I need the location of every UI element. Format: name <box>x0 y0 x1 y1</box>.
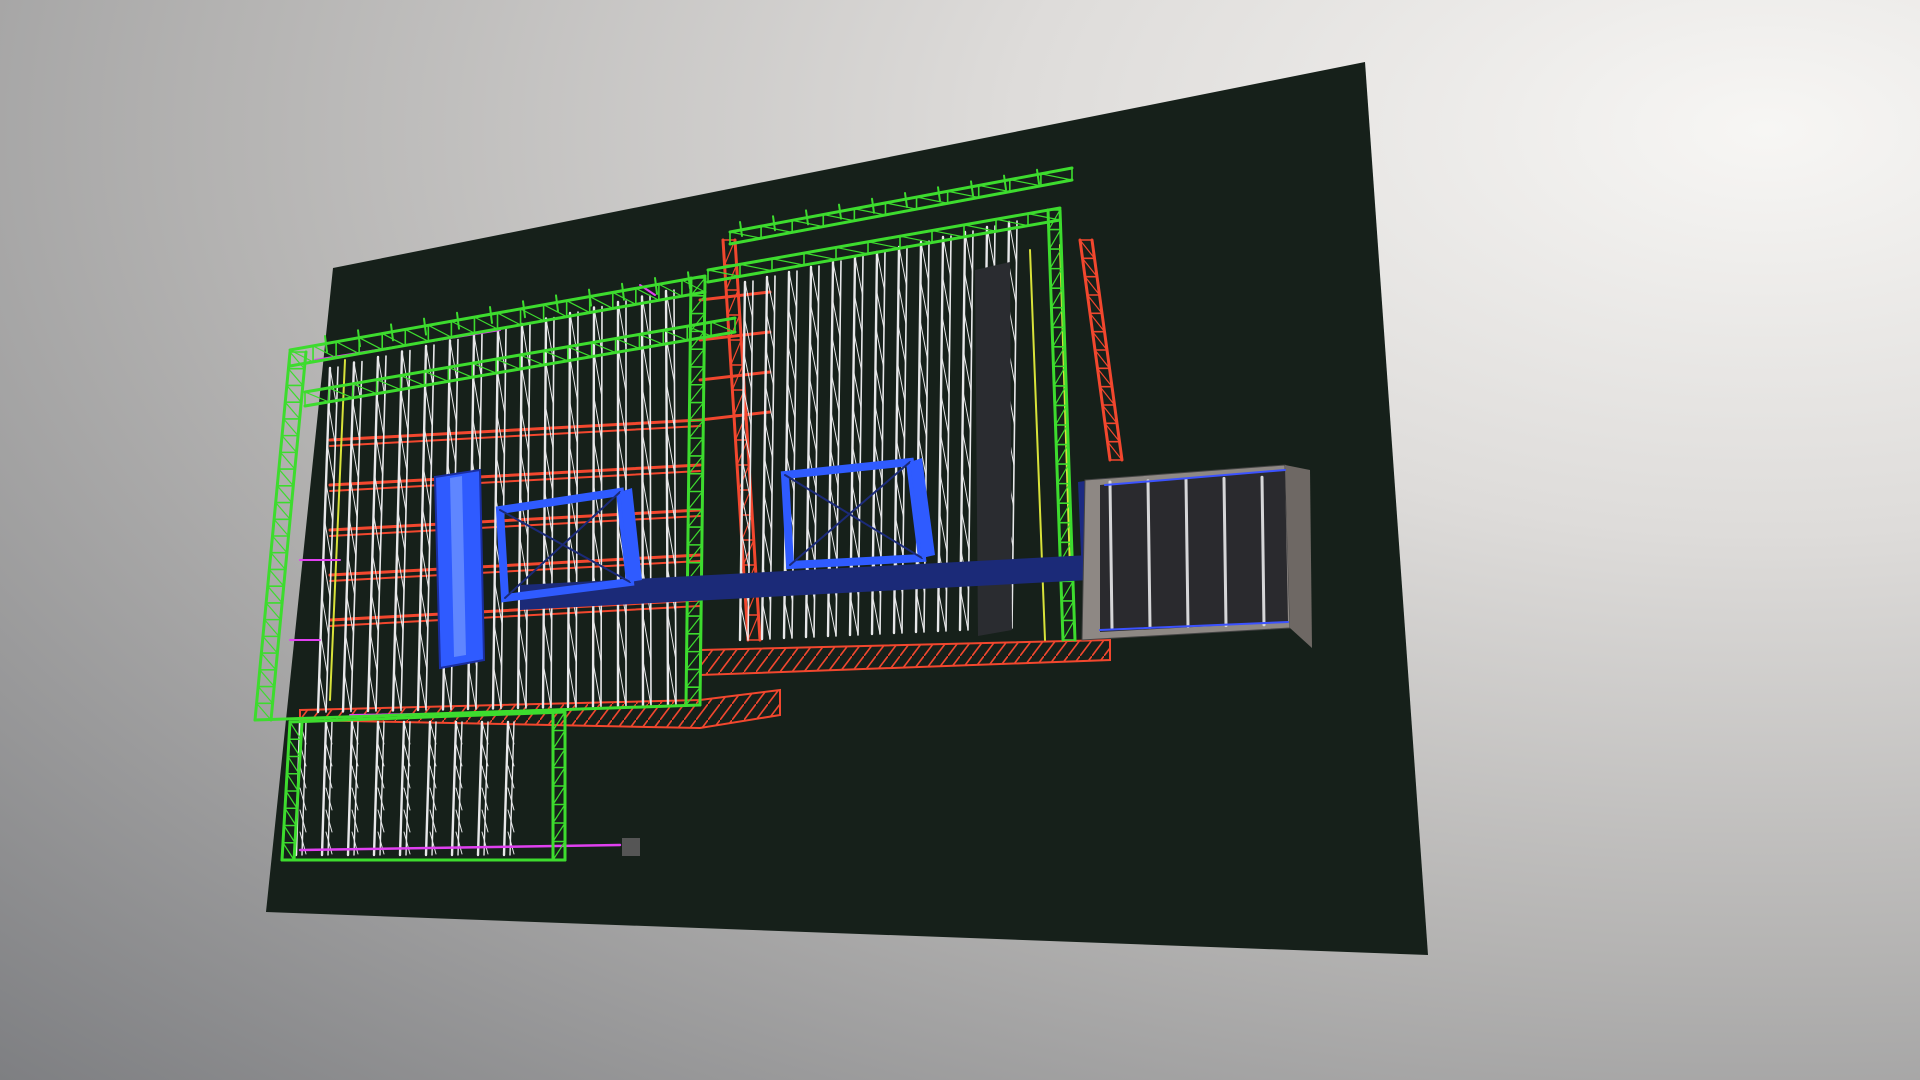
green-left-end-web <box>287 368 304 387</box>
box-white-post <box>1222 476 1228 628</box>
box-white-post <box>1184 478 1190 628</box>
green-left-end-web <box>278 468 294 487</box>
truss-structure-scene[interactable] <box>0 0 1920 1080</box>
green-left-end-web <box>263 619 280 637</box>
green-left-end-web <box>270 552 286 571</box>
white-column <box>591 306 596 708</box>
green-left-end-web <box>262 635 278 654</box>
green-left-end-web <box>273 518 290 537</box>
green-left-end-web <box>286 384 302 403</box>
green-left-end-web <box>283 418 299 437</box>
box-white-post <box>1260 475 1266 627</box>
white-column <box>640 295 645 707</box>
green-left-end-web <box>267 585 283 604</box>
box-white-post <box>1146 479 1152 629</box>
green-left-end-web <box>284 401 301 420</box>
cable-endpoint-box <box>622 838 640 856</box>
green-left-end-web <box>260 652 277 671</box>
green-left-end-web <box>255 702 272 721</box>
green-left-end-web <box>271 535 288 554</box>
3d-viewport[interactable] <box>0 0 1920 1080</box>
box-interior <box>1100 470 1288 632</box>
white-column <box>600 305 603 708</box>
green-left-end-web <box>268 568 285 587</box>
green-left-end-web <box>281 435 298 453</box>
green-left-end-web <box>276 485 293 504</box>
green-left-end-web <box>257 685 274 704</box>
green-left-end-web <box>259 669 275 688</box>
green-left-end-web <box>279 451 296 470</box>
box-white-post <box>1108 480 1114 630</box>
green-left-end-web <box>265 602 282 621</box>
side-box-structure <box>1081 464 1312 648</box>
white-column <box>649 294 652 707</box>
green-left-end-web <box>275 501 291 520</box>
